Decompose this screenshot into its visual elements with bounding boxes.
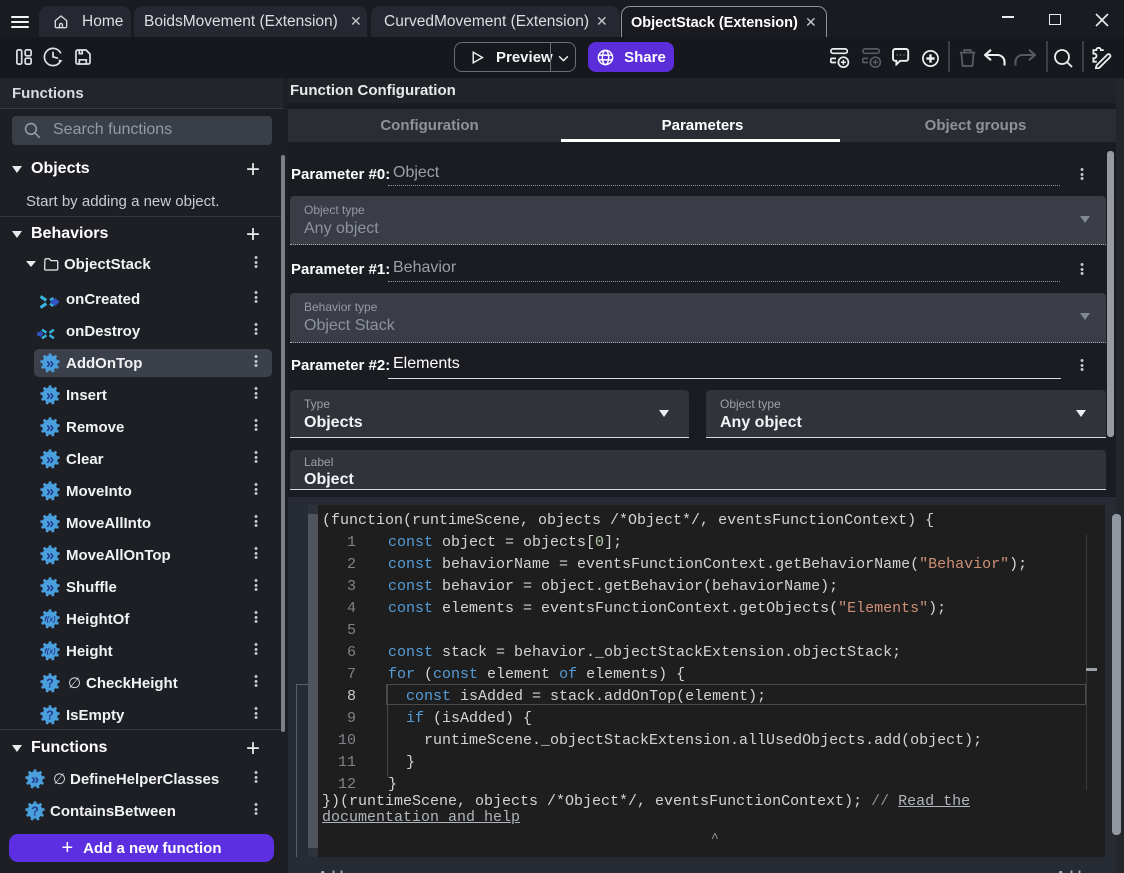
svg-text:?: ? <box>46 676 54 690</box>
svg-text:»: » <box>46 387 54 404</box>
svg-text:»: » <box>46 515 54 532</box>
svg-text:f(x): f(x) <box>44 647 56 656</box>
svg-text:»: » <box>46 483 54 500</box>
svg-text:»: » <box>46 547 54 564</box>
svg-text:f(x): f(x) <box>44 615 56 624</box>
svg-text:»: » <box>31 771 39 788</box>
svg-text:»: » <box>46 579 54 596</box>
svg-text:?: ? <box>31 804 39 818</box>
svg-text:?: ? <box>46 708 54 722</box>
svg-text:»: » <box>46 451 54 468</box>
svg-text:»: » <box>46 419 54 436</box>
svg-text:»: » <box>46 355 54 372</box>
